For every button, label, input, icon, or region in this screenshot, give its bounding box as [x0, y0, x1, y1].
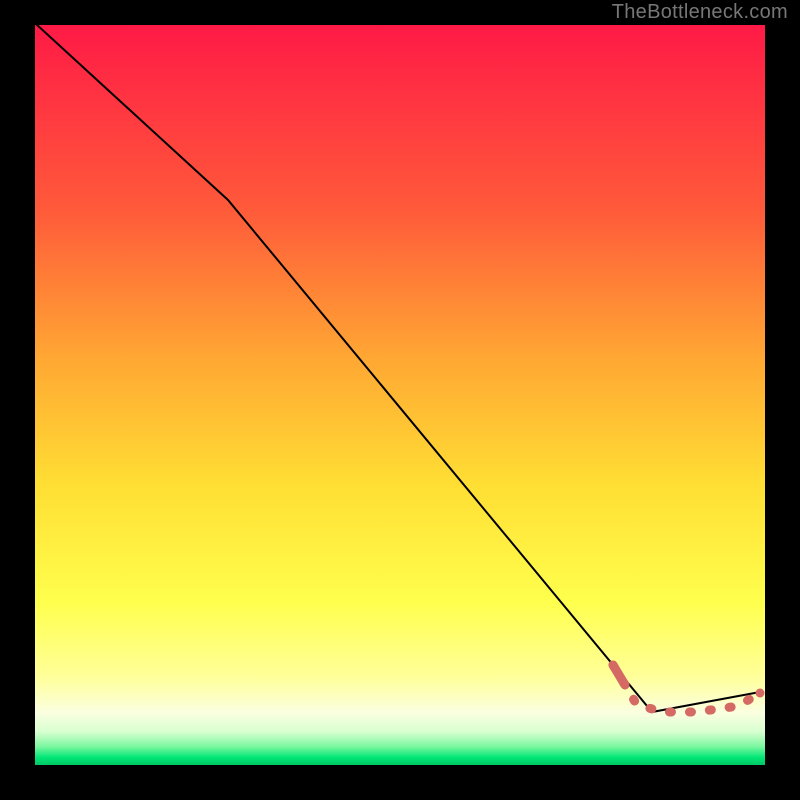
chart-area [35, 25, 765, 765]
chart-svg [35, 25, 765, 765]
chart-root: TheBottleneck.com [0, 0, 800, 800]
watermark-text: TheBottleneck.com [612, 1, 788, 24]
gradient-background [35, 25, 765, 765]
end-marker-dot [756, 689, 765, 698]
